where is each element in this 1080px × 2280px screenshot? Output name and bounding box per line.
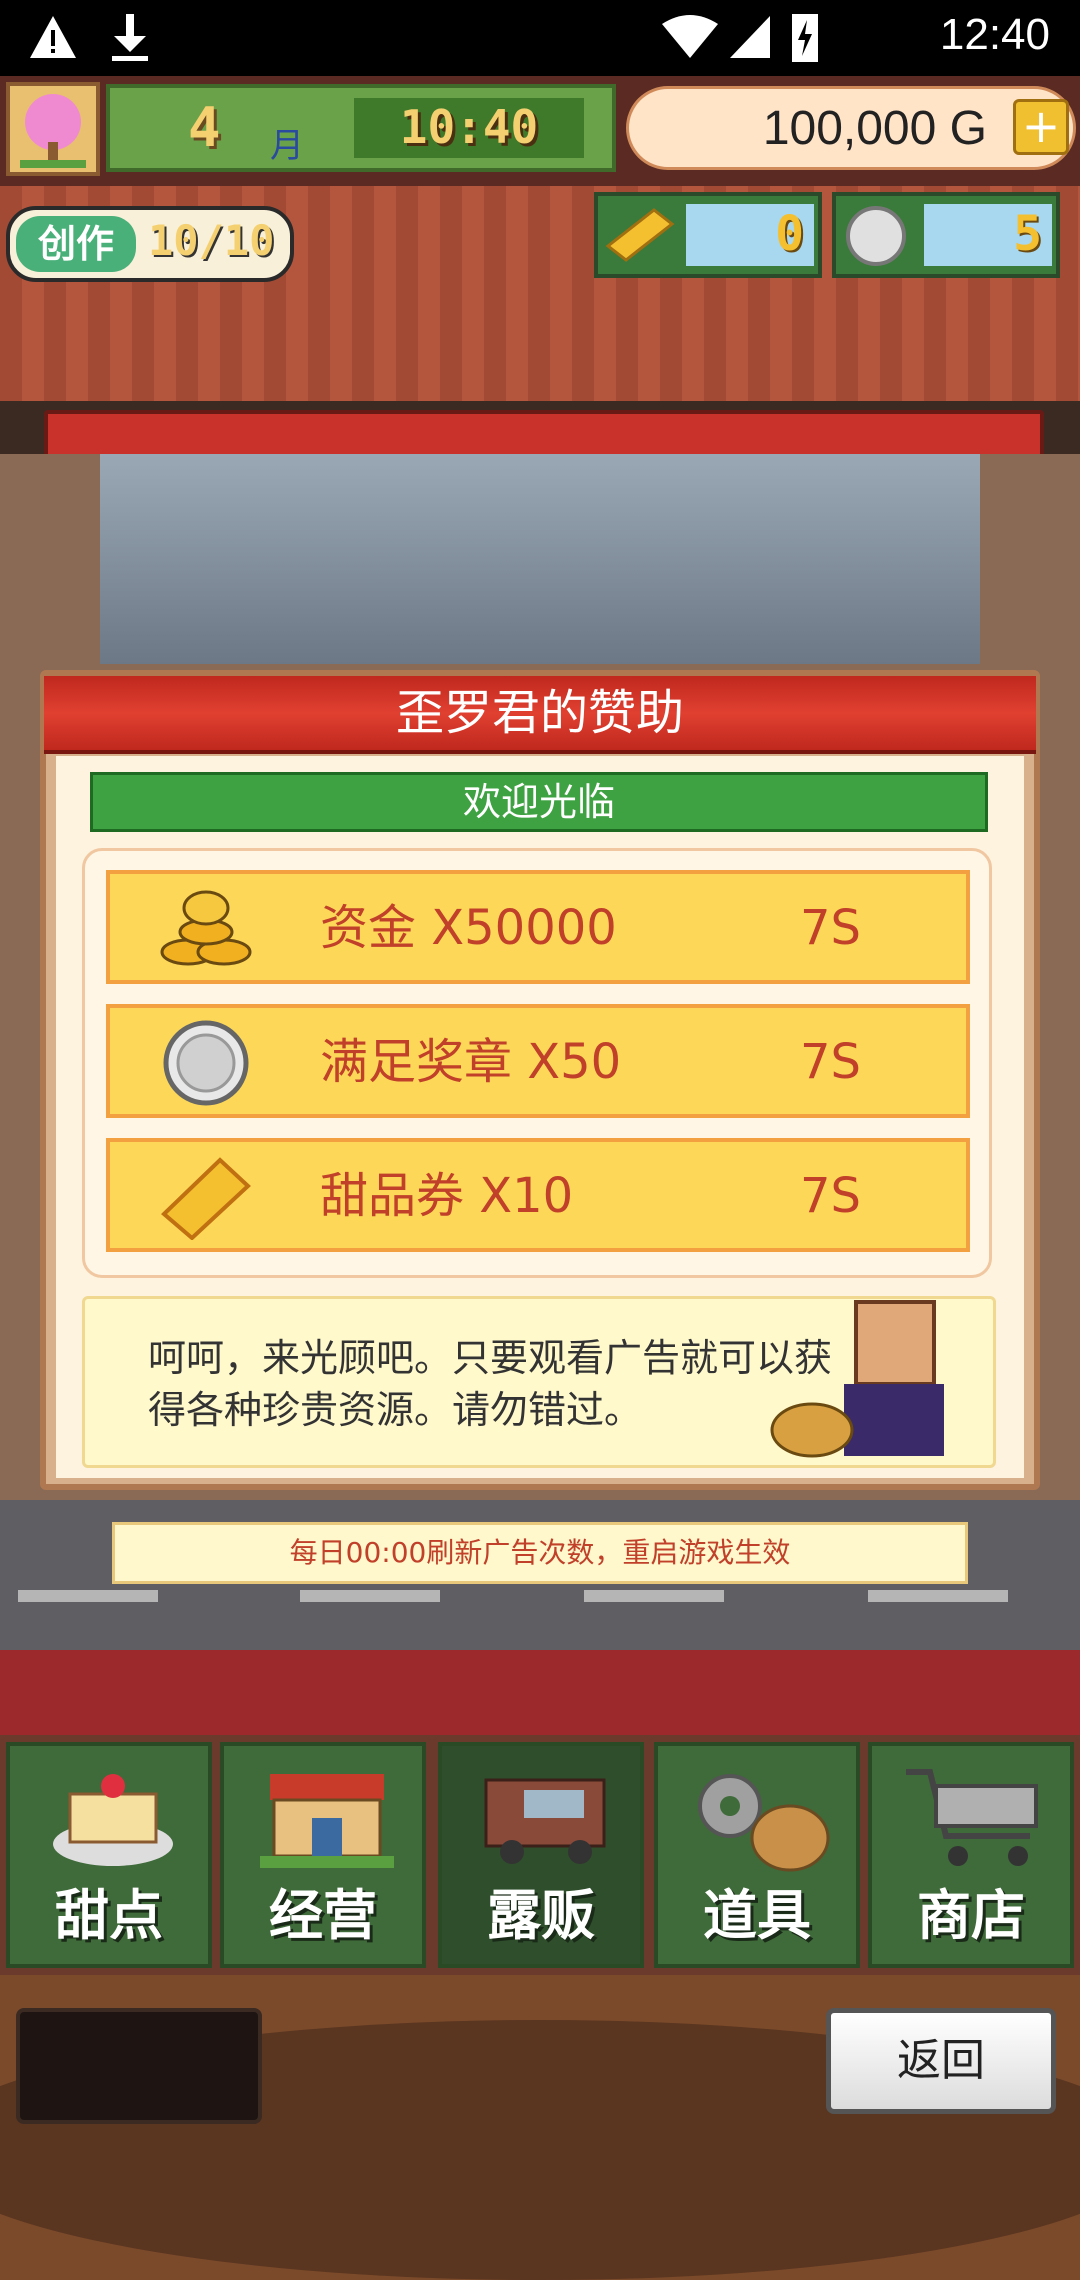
town-tree-button[interactable] (6, 82, 100, 176)
sponsor-character-icon (770, 1300, 944, 1458)
nav-label: 道具 (703, 1884, 811, 1947)
create-counter[interactable]: 创作 10/10 (6, 206, 294, 282)
gold-amount: 100,000 G (762, 102, 987, 155)
nav-street-vendor[interactable]: 露贩 (438, 1742, 644, 1968)
cherry-tree-icon (20, 94, 86, 168)
back-button[interactable]: 返回 (826, 2008, 1056, 2114)
ticket-counter: 0 (594, 192, 822, 278)
gear-bag-icon (698, 1774, 830, 1872)
signal-icon (730, 16, 770, 58)
gold-coins-icon (160, 890, 252, 966)
medal-count: 5 (1013, 206, 1042, 262)
info-display (16, 2008, 262, 2124)
clock-time: 12:40 (939, 10, 1050, 59)
shop-icon (260, 1774, 394, 1868)
food-truck-icon (484, 1778, 606, 1864)
warning-icon (30, 16, 76, 58)
wifi-icon (662, 15, 718, 58)
battery-charging-icon (792, 14, 818, 62)
add-gold-button[interactable]: + (1013, 99, 1069, 155)
nav-management[interactable]: 经营 (220, 1742, 426, 1968)
silver-medal-icon (846, 206, 906, 266)
shop-window (100, 454, 980, 664)
reward-tickets-button[interactable]: 甜品券 X10 7S (106, 1138, 970, 1252)
month-number: 4 (188, 96, 221, 159)
nav-items[interactable]: 道具 (654, 1742, 860, 1968)
reward-label: 甜品券 X10 (320, 1168, 574, 1224)
reward-timer: 7S (800, 1168, 862, 1224)
nav-label: 甜点 (55, 1884, 163, 1947)
sponsor-message: 呵呵，来光顾吧。只要观看广告就可以获得各种珍贵资源。请勿错过。 (148, 1336, 833, 1432)
month-unit: 月 (270, 126, 304, 166)
reward-timer: 7S (800, 1034, 862, 1090)
silver-medal-icon (163, 1020, 249, 1106)
dialog-title: 歪罗君的赞助 (395, 685, 684, 741)
reward-funds-button[interactable]: 资金 X50000 7S (106, 870, 970, 984)
refresh-notice: 每日00:00刷新广告次数，重启游戏生效 (112, 1522, 968, 1584)
nav-desserts[interactable]: 甜点 (6, 1742, 212, 1968)
reward-label: 资金 X50000 (320, 900, 617, 956)
gold-panel: 100,000 G + (626, 86, 1076, 170)
hud-bar: 4 月 10:40 100,000 G + (0, 76, 1080, 186)
medal-counter: 5 (832, 192, 1060, 278)
reward-label: 满足奖章 X50 (320, 1034, 622, 1090)
nav-label: 露贩 (487, 1884, 595, 1947)
create-label: 创作 (16, 216, 136, 272)
welcome-banner: 欢迎光临 (90, 772, 988, 832)
dessert-ticket-icon (605, 208, 675, 262)
nav-label: 经营 (269, 1884, 377, 1947)
create-count: 10/10 (148, 216, 275, 265)
nav-label: 商店 (917, 1884, 1025, 1947)
decor-band (0, 1650, 1080, 1735)
ticket-count: 0 (775, 206, 804, 262)
game-clock: 10:40 (399, 100, 539, 154)
clock-box: 10:40 (354, 98, 584, 158)
reward-medals-button[interactable]: 满足奖章 X50 7S (106, 1004, 970, 1118)
nav-store[interactable]: 商店 (868, 1742, 1074, 1968)
cake-icon (53, 1774, 173, 1866)
reward-timer: 7S (800, 900, 862, 956)
status-bar: 12:40 (0, 0, 1080, 76)
dessert-ticket-icon (161, 1157, 251, 1240)
cart-icon (906, 1769, 1038, 1866)
date-time-panel: 4 月 10:40 (106, 84, 616, 172)
download-icon (112, 14, 148, 61)
